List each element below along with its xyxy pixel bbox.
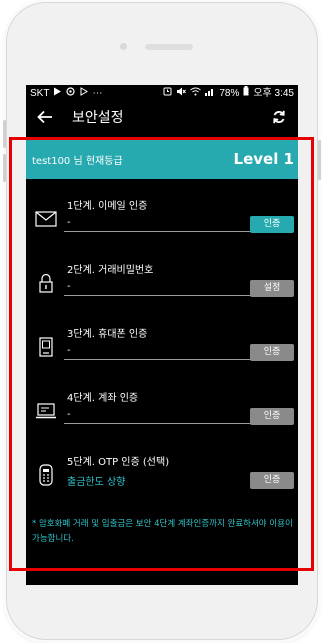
step-label: 3단계. 휴대폰 인증 [67,329,148,340]
video-icon [79,85,89,102]
carrier-label: SKT [30,88,50,99]
phone-verify-button[interactable]: 인증 [250,344,294,361]
mobile-phone-icon [35,337,57,357]
alarm-icon [163,85,172,102]
mute-icon [176,85,187,102]
step-row-trade-password: 2단계. 거래비밀번호 - 설정 [26,257,298,321]
step-value: - [67,345,71,356]
play-store-icon [53,85,62,102]
step-row-otp: 5단계. OTP 인증 (선택) 출금한도 상향 인증 [26,449,298,513]
signal-icon [205,85,215,102]
trade-password-set-button[interactable]: 설정 [250,280,294,297]
account-verify-button[interactable]: 인증 [250,408,294,425]
earpiece-speaker [145,44,193,50]
volume-button [3,120,6,148]
user-level-text: test100 님 현재등급 [32,155,123,167]
page-title: 보안설정 [72,110,124,126]
step-row-account: 4단계. 계좌 인증 - 인증 [26,385,298,449]
back-arrow-icon[interactable] [34,106,56,128]
withdraw-limit-link[interactable]: 출금한도 상향 [67,473,125,488]
envelope-icon [35,209,57,229]
volume-button [3,154,6,182]
sync-icon [66,85,76,102]
battery-icon [243,85,249,102]
step-label: 5단계. OTP 인증 (선택) [67,457,170,468]
app-bar: 보안설정 [26,102,298,132]
step-row-email: 1단계. 이메일 인증 - 인증 [26,193,298,257]
step-value: - [67,217,71,228]
otp-token-icon [35,464,57,486]
notice-text: * 암호화폐 거래 및 입출금은 보안 4단계 계좌인증까지 완료하셔야 이용이… [32,519,293,544]
more-notifications-icon: ⋯ [92,88,103,99]
step-label: 1단계. 이메일 인증 [67,201,148,212]
padlock-icon [35,273,57,293]
step-value: - [67,281,71,292]
step-label: 2단계. 거래비밀번호 [67,265,154,276]
level-banner: test100 님 현재등급 Level 1 [26,139,298,179]
battery-percent: 78% [219,88,240,99]
refresh-icon[interactable] [268,106,290,128]
wifi-icon [190,85,202,102]
step-value: - [67,409,71,420]
laptop-icon [35,401,57,421]
front-camera [120,43,127,50]
power-button [318,140,321,180]
level-badge: Level 1 [233,150,294,168]
step-label: 4단계. 계좌 인증 [67,393,139,404]
otp-verify-button[interactable]: 인증 [250,472,294,489]
clock: 오후 3:45 [253,88,294,99]
security-steps-list: 1단계. 이메일 인증 - 인증 2단계. 거래비밀번호 - 설정 3단계. 휴… [26,193,298,513]
email-verify-button[interactable]: 인증 [250,216,294,233]
app-screen: SKT ⋯ 78% 오후 3:45 보안설정 test100 님 현재등급 Le… [26,85,298,585]
step-row-phone: 3단계. 휴대폰 인증 - 인증 [26,321,298,385]
status-bar: SKT ⋯ 78% 오후 3:45 [26,85,298,102]
